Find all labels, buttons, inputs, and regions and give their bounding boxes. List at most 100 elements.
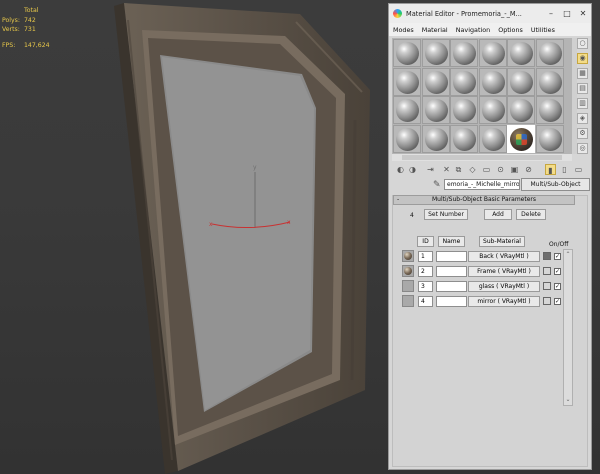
menu-options[interactable]: Options <box>498 26 523 34</box>
material-sphere-preview <box>453 42 476 65</box>
background-icon[interactable]: ▦ <box>577 68 588 79</box>
sub-material-button[interactable]: Frame ( VRayMtl ) <box>468 266 540 277</box>
sub-material-on-checkbox[interactable]: ✓ <box>554 268 561 275</box>
sub-material-id-field[interactable]: 1 <box>418 251 433 262</box>
menu-navigation[interactable]: Navigation <box>456 26 490 34</box>
sub-material-id-field[interactable]: 4 <box>418 296 433 307</box>
sample-slot[interactable] <box>450 96 478 124</box>
sub-material-button[interactable]: Back ( VRayMtl ) <box>468 251 540 262</box>
material-toolbar: ◐ ◑ ⇥ ✕ ⧉ ◇ ▭ ⊙ ▣ ⊘ ▮ ▯ ▭ <box>389 162 591 177</box>
sub-material-on-checkbox[interactable]: ✓ <box>554 283 561 290</box>
sample-slot[interactable] <box>450 39 478 67</box>
show-shaded-icon[interactable]: ▣ <box>509 164 520 175</box>
sample-slot[interactable] <box>507 39 535 67</box>
sub-material-color-swatch[interactable] <box>543 252 551 260</box>
show-end-result-icon[interactable]: ⊘ <box>523 164 534 175</box>
slots-horizontal-scrollbar[interactable] <box>392 154 572 161</box>
material-sphere-preview <box>538 70 562 94</box>
sub-material-id-field[interactable]: 3 <box>418 281 433 292</box>
sample-slot[interactable] <box>421 67 450 96</box>
sample-slot[interactable] <box>478 124 507 153</box>
reset-map-icon[interactable]: ✕ <box>441 164 452 175</box>
sort-by-name-button[interactable]: Name <box>438 236 465 247</box>
scroll-down-icon[interactable]: ⌄ <box>564 396 572 404</box>
sub-material-id-field[interactable]: 2 <box>418 266 433 277</box>
rollout-header[interactable]: - Multi/Sub-Object Basic Parameters <box>393 195 575 205</box>
sample-slot[interactable] <box>478 39 507 67</box>
sample-slot[interactable] <box>535 96 564 124</box>
rollout-title: Multi/Sub-Object Basic Parameters <box>431 196 537 203</box>
sub-material-name-field[interactable] <box>436 296 467 307</box>
assign-to-selection-icon[interactable]: ⇥ <box>425 164 436 175</box>
uv-tiling-icon[interactable]: ▤ <box>577 83 588 94</box>
sort-by-id-button[interactable]: ID <box>417 236 434 247</box>
sub-material-thumbnail[interactable] <box>402 250 414 262</box>
sample-slot[interactable] <box>393 124 421 153</box>
set-number-button[interactable]: Set Number <box>424 209 468 220</box>
backlight-icon[interactable]: ◉ <box>577 53 588 64</box>
sample-slot[interactable] <box>507 124 535 153</box>
get-material-icon[interactable]: ◐ <box>395 164 406 175</box>
make-copy-icon[interactable]: ⧉ <box>453 164 464 175</box>
sub-material-color-swatch[interactable] <box>543 282 551 290</box>
sample-slot[interactable] <box>421 96 450 124</box>
sub-material-thumbnail[interactable] <box>402 295 414 307</box>
sub-material-button[interactable]: mirror ( VRayMtl ) <box>468 296 540 307</box>
go-forward-sibling-icon[interactable]: ▯ <box>559 164 570 175</box>
sample-slot[interactable] <box>478 67 507 96</box>
menu-utilities[interactable]: Utilities <box>531 26 555 34</box>
put-to-library-icon[interactable]: ▭ <box>481 164 492 175</box>
material-name-field[interactable]: emoria_-_Michelle_mirror <box>444 179 520 190</box>
material-sphere-preview <box>424 70 448 94</box>
material-id-channel-icon[interactable]: ⊙ <box>495 164 506 175</box>
menu-material[interactable]: Material <box>422 26 448 34</box>
sub-material-color-swatch[interactable] <box>543 297 551 305</box>
make-unique-icon[interactable]: ◇ <box>467 164 478 175</box>
sample-slot[interactable] <box>450 124 478 153</box>
close-button[interactable]: ✕ <box>575 9 591 18</box>
video-color-check-icon[interactable]: ▥ <box>577 98 588 109</box>
go-to-parent-icon[interactable]: ▮ <box>545 164 556 175</box>
material-map-navigator-icon[interactable]: ▭ <box>573 164 584 175</box>
sub-material-thumbnail[interactable] <box>402 280 414 292</box>
put-to-scene-icon[interactable]: ◑ <box>407 164 418 175</box>
sub-material-button[interactable]: glass ( VRayMtl ) <box>468 281 540 292</box>
sub-material-on-checkbox[interactable]: ✓ <box>554 253 561 260</box>
sample-slot[interactable] <box>535 39 564 67</box>
rollout-toggle[interactable]: - <box>397 196 399 204</box>
title-bar[interactable]: Material Editor - Promemoria_-_M... – □ … <box>389 4 591 23</box>
make-preview-icon[interactable]: ◈ <box>577 113 588 124</box>
sample-slot[interactable] <box>393 39 421 67</box>
sub-material-count: 4 <box>410 212 414 219</box>
select-by-material-icon[interactable]: ◎ <box>577 143 588 154</box>
delete-button[interactable]: Delete <box>516 209 546 220</box>
sample-slot[interactable] <box>421 124 450 153</box>
sub-material-color-swatch[interactable] <box>543 267 551 275</box>
sample-slot[interactable] <box>393 96 421 124</box>
material-type-button[interactable]: Multi/Sub-Object <box>521 178 590 191</box>
sub-material-name-field[interactable] <box>436 251 467 262</box>
sub-material-name-field[interactable] <box>436 266 467 277</box>
add-button[interactable]: Add <box>484 209 512 220</box>
menu-modes[interactable]: Modes <box>393 26 414 34</box>
sub-material-thumbnail[interactable] <box>402 265 414 277</box>
eyedropper-icon[interactable]: ✎ <box>433 180 441 190</box>
scroll-up-icon[interactable]: ⌃ <box>564 251 572 259</box>
sub-material-list-scrollbar[interactable]: ⌃ ⌄ <box>563 249 573 406</box>
material-sphere-preview <box>424 42 448 65</box>
maximize-button[interactable]: □ <box>559 9 575 18</box>
sub-material-on-checkbox[interactable]: ✓ <box>554 298 561 305</box>
sample-slot[interactable] <box>535 67 564 96</box>
sample-slot[interactable] <box>478 96 507 124</box>
sample-slot[interactable] <box>450 67 478 96</box>
sample-slot[interactable] <box>507 96 535 124</box>
sub-material-name-field[interactable] <box>436 281 467 292</box>
sample-slot[interactable] <box>421 39 450 67</box>
minimize-button[interactable]: – <box>543 9 559 18</box>
sort-by-submaterial-button[interactable]: Sub-Material <box>479 236 525 247</box>
sample-slot[interactable] <box>393 67 421 96</box>
options-icon[interactable]: ⚙ <box>577 128 588 139</box>
sample-type-icon[interactable]: ○ <box>577 38 588 49</box>
sample-slot[interactable] <box>507 67 535 96</box>
sample-slot[interactable] <box>535 124 564 153</box>
